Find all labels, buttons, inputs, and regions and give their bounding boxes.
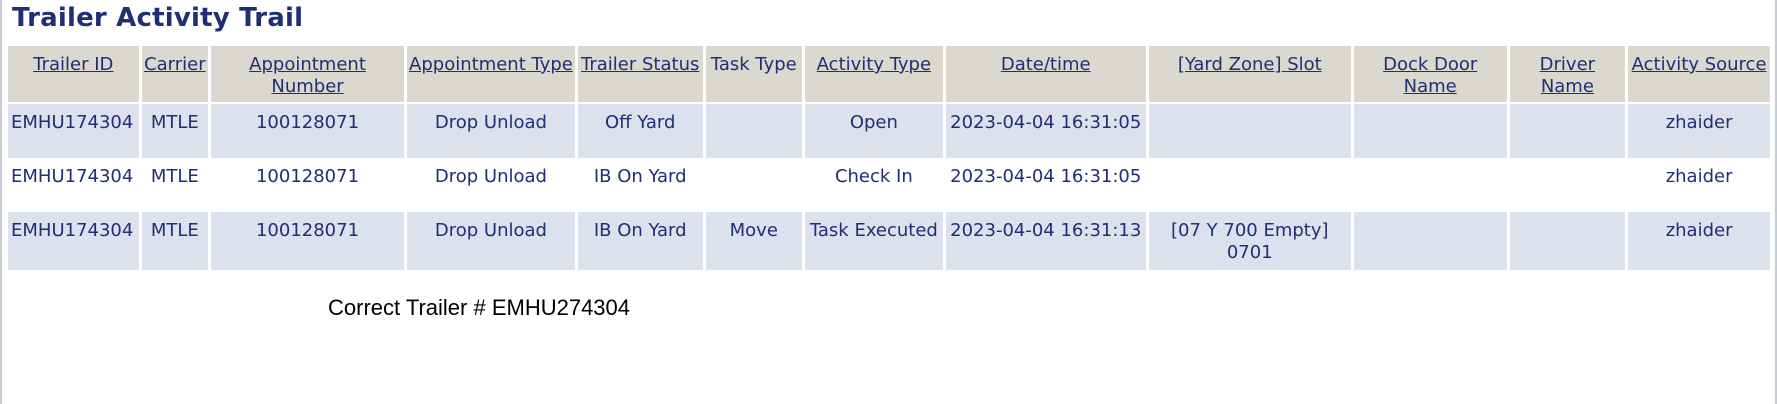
- cell-carrier: MTLE: [141, 212, 209, 270]
- column-header-trailer-status[interactable]: Trailer Status: [577, 46, 703, 104]
- column-header-trailer-id[interactable]: Trailer ID: [8, 46, 139, 104]
- table-row: EMHU174304 MTLE 100128071 Drop Unload IB…: [8, 158, 1770, 212]
- cell-datetime: 2023-04-04 16:31:05: [945, 104, 1146, 158]
- page-title: Trailer Activity Trail: [12, 3, 304, 33]
- cell-activity-type: Check In: [805, 158, 943, 212]
- cell-appointment-type: Drop Unload: [407, 158, 575, 212]
- activity-trail-table: Trailer ID Carrier Appointment Number Ap…: [5, 46, 1773, 270]
- column-header-task-type: Task Type: [705, 46, 803, 104]
- correction-note: Correct Trailer # EMHU274304: [328, 295, 631, 320]
- cell-trailer-status: IB On Yard: [577, 212, 703, 270]
- cell-carrier: MTLE: [141, 104, 209, 158]
- cell-task-type: [705, 158, 803, 212]
- cell-appointment-number: 100128071: [211, 104, 405, 158]
- cell-activity-source: zhaider: [1628, 212, 1770, 270]
- cell-yard-zone-slot: [07 Y 700 Empty] 0701: [1148, 212, 1351, 270]
- page: Trailer Activity Trail Trailer ID Carrie…: [0, 0, 1777, 404]
- cell-task-type: Move: [705, 212, 803, 270]
- cell-dock-door-name: [1353, 104, 1507, 158]
- cell-task-type: [705, 104, 803, 158]
- cell-activity-type: Open: [805, 104, 943, 158]
- column-header-dock-door-name[interactable]: Dock Door Name: [1353, 46, 1507, 104]
- cell-trailer-status: IB On Yard: [577, 158, 703, 212]
- cell-trailer-id: EMHU174304: [8, 212, 139, 270]
- column-header-activity-type[interactable]: Activity Type: [805, 46, 943, 104]
- cell-carrier: MTLE: [141, 158, 209, 212]
- column-header-activity-source[interactable]: Activity Source: [1628, 46, 1770, 104]
- column-header-yard-zone-slot[interactable]: [Yard Zone] Slot: [1148, 46, 1351, 104]
- column-header-driver-name[interactable]: Driver Name: [1509, 46, 1626, 104]
- column-header-appointment-type[interactable]: Appointment Type: [407, 46, 575, 104]
- cell-appointment-type: Drop Unload: [407, 212, 575, 270]
- cell-activity-source: zhaider: [1628, 158, 1770, 212]
- cell-driver-name: [1509, 158, 1626, 212]
- cell-appointment-number: 100128071: [211, 212, 405, 270]
- cell-driver-name: [1509, 104, 1626, 158]
- cell-yard-zone-slot: [1148, 104, 1351, 158]
- cell-datetime: 2023-04-04 16:31:13: [945, 212, 1146, 270]
- cell-activity-source: zhaider: [1628, 104, 1770, 158]
- cell-datetime: 2023-04-04 16:31:05: [945, 158, 1146, 212]
- cell-appointment-type: Drop Unload: [407, 104, 575, 158]
- cell-trailer-id: EMHU174304: [8, 158, 139, 212]
- cell-trailer-id: EMHU174304: [8, 104, 139, 158]
- cell-yard-zone-slot: [1148, 158, 1351, 212]
- cell-appointment-number: 100128071: [211, 158, 405, 212]
- table-header-row: Trailer ID Carrier Appointment Number Ap…: [8, 46, 1770, 104]
- column-header-carrier[interactable]: Carrier: [141, 46, 209, 104]
- cell-dock-door-name: [1353, 212, 1507, 270]
- cell-trailer-status: Off Yard: [577, 104, 703, 158]
- cell-dock-door-name: [1353, 158, 1507, 212]
- cell-activity-type: Task Executed: [805, 212, 943, 270]
- column-header-appointment-number[interactable]: Appointment Number: [211, 46, 405, 104]
- table-row: EMHU174304 MTLE 100128071 Drop Unload IB…: [8, 212, 1770, 270]
- cell-driver-name: [1509, 212, 1626, 270]
- column-header-datetime[interactable]: Date/time: [945, 46, 1146, 104]
- table-row: EMHU174304 MTLE 100128071 Drop Unload Of…: [8, 104, 1770, 158]
